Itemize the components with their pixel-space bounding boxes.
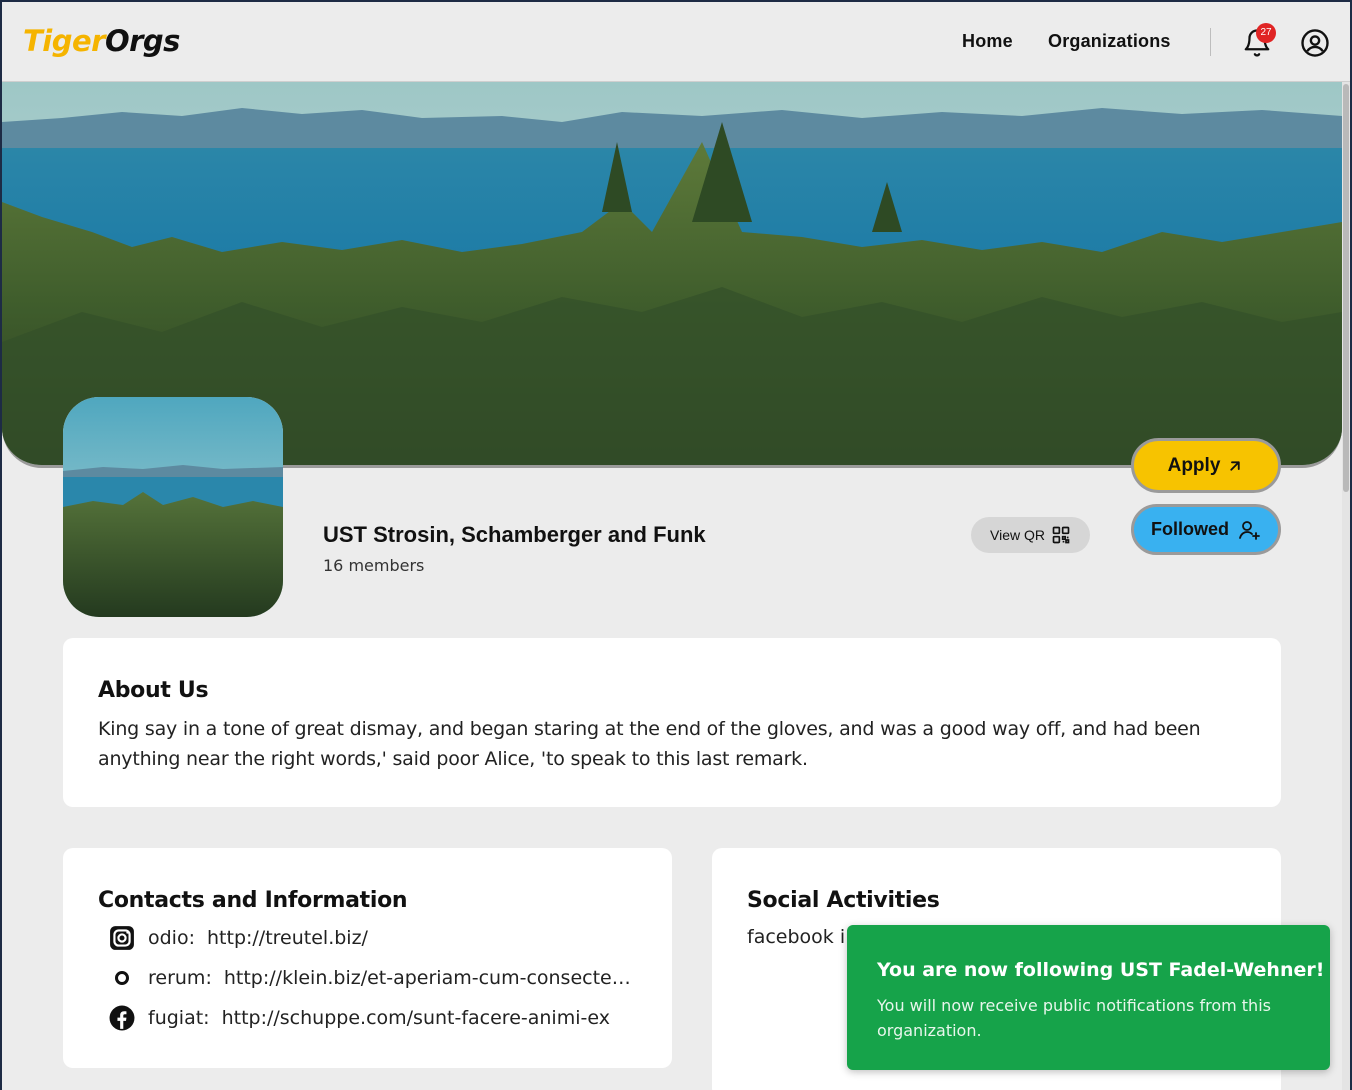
contact-item: odio: http://treutel.biz/ [108, 923, 638, 953]
user-plus-icon [1239, 520, 1260, 540]
nav-organizations-link[interactable]: Organizations [1048, 31, 1171, 52]
apply-button[interactable]: Apply [1131, 438, 1281, 493]
followed-label: Followed [1151, 519, 1229, 539]
contacts-card: Contacts and Information odio: http://tr… [63, 848, 672, 1068]
contact-item: fugiat: http://schuppe.com/sunt-facere-a… [108, 1003, 638, 1033]
view-qr-button[interactable]: View QR [971, 517, 1090, 553]
app-frame: TigerOrgs Home Organizations 27 UST Stro… [2, 2, 1350, 1090]
top-navbar: TigerOrgs Home Organizations 27 [2, 2, 1350, 82]
contact-label: fugiat: [148, 1007, 210, 1029]
contact-label: rerum: [148, 967, 212, 989]
nav-home-link[interactable]: Home [962, 31, 1013, 52]
about-us-card: About Us King say in a tone of great dis… [63, 638, 1281, 807]
about-us-text: King say in a tone of great dismay, and … [98, 718, 1201, 770]
social-activities-title: Social Activities [747, 888, 940, 913]
organization-name: UST Strosin, Schamberger and Funk [323, 522, 706, 547]
social-activities-text: facebook i [747, 926, 846, 948]
notification-badge: 27 [1256, 23, 1276, 43]
arrow-up-right-icon [1230, 460, 1241, 471]
toast-body: You will now receive public notification… [877, 996, 1271, 1040]
view-qr-label: View QR [990, 527, 1045, 543]
instagram-icon [108, 924, 136, 952]
scrollbar-thumb[interactable] [1343, 84, 1349, 492]
facebook-icon [108, 1004, 136, 1032]
qr-code-icon [1052, 526, 1070, 544]
logo[interactable]: TigerOrgs [23, 24, 180, 58]
about-us-title: About Us [98, 678, 209, 703]
followed-button[interactable]: Followed [1131, 504, 1281, 555]
logo-orgs-text: Orgs [104, 24, 180, 58]
circle-icon [108, 964, 136, 992]
follow-success-toast[interactable]: You are now following UST Fadel-Wehner! … [847, 925, 1330, 1070]
contact-link[interactable]: http://schuppe.com/sunt-facere-animi-ex [222, 1007, 610, 1029]
contact-link[interactable]: http://treutel.biz/ [207, 927, 368, 949]
apply-label: Apply [1167, 454, 1221, 476]
nav-divider [1210, 28, 1211, 56]
organization-avatar [63, 397, 283, 617]
toast-title: You are now following UST Fadel-Wehner! [877, 959, 1325, 981]
avatar-landscape-image [63, 397, 283, 617]
contacts-title: Contacts and Information [98, 888, 408, 913]
member-count: 16 members [323, 556, 425, 575]
contact-item: rerum: http://klein.biz/et-aperiam-cum-c… [108, 963, 638, 993]
user-profile-icon[interactable] [1300, 28, 1330, 58]
contact-label: odio: [148, 927, 195, 949]
logo-tiger-text: Tiger [23, 24, 105, 58]
contact-link[interactable]: http://klein.biz/et-aperiam-cum-consecte… [224, 967, 638, 989]
